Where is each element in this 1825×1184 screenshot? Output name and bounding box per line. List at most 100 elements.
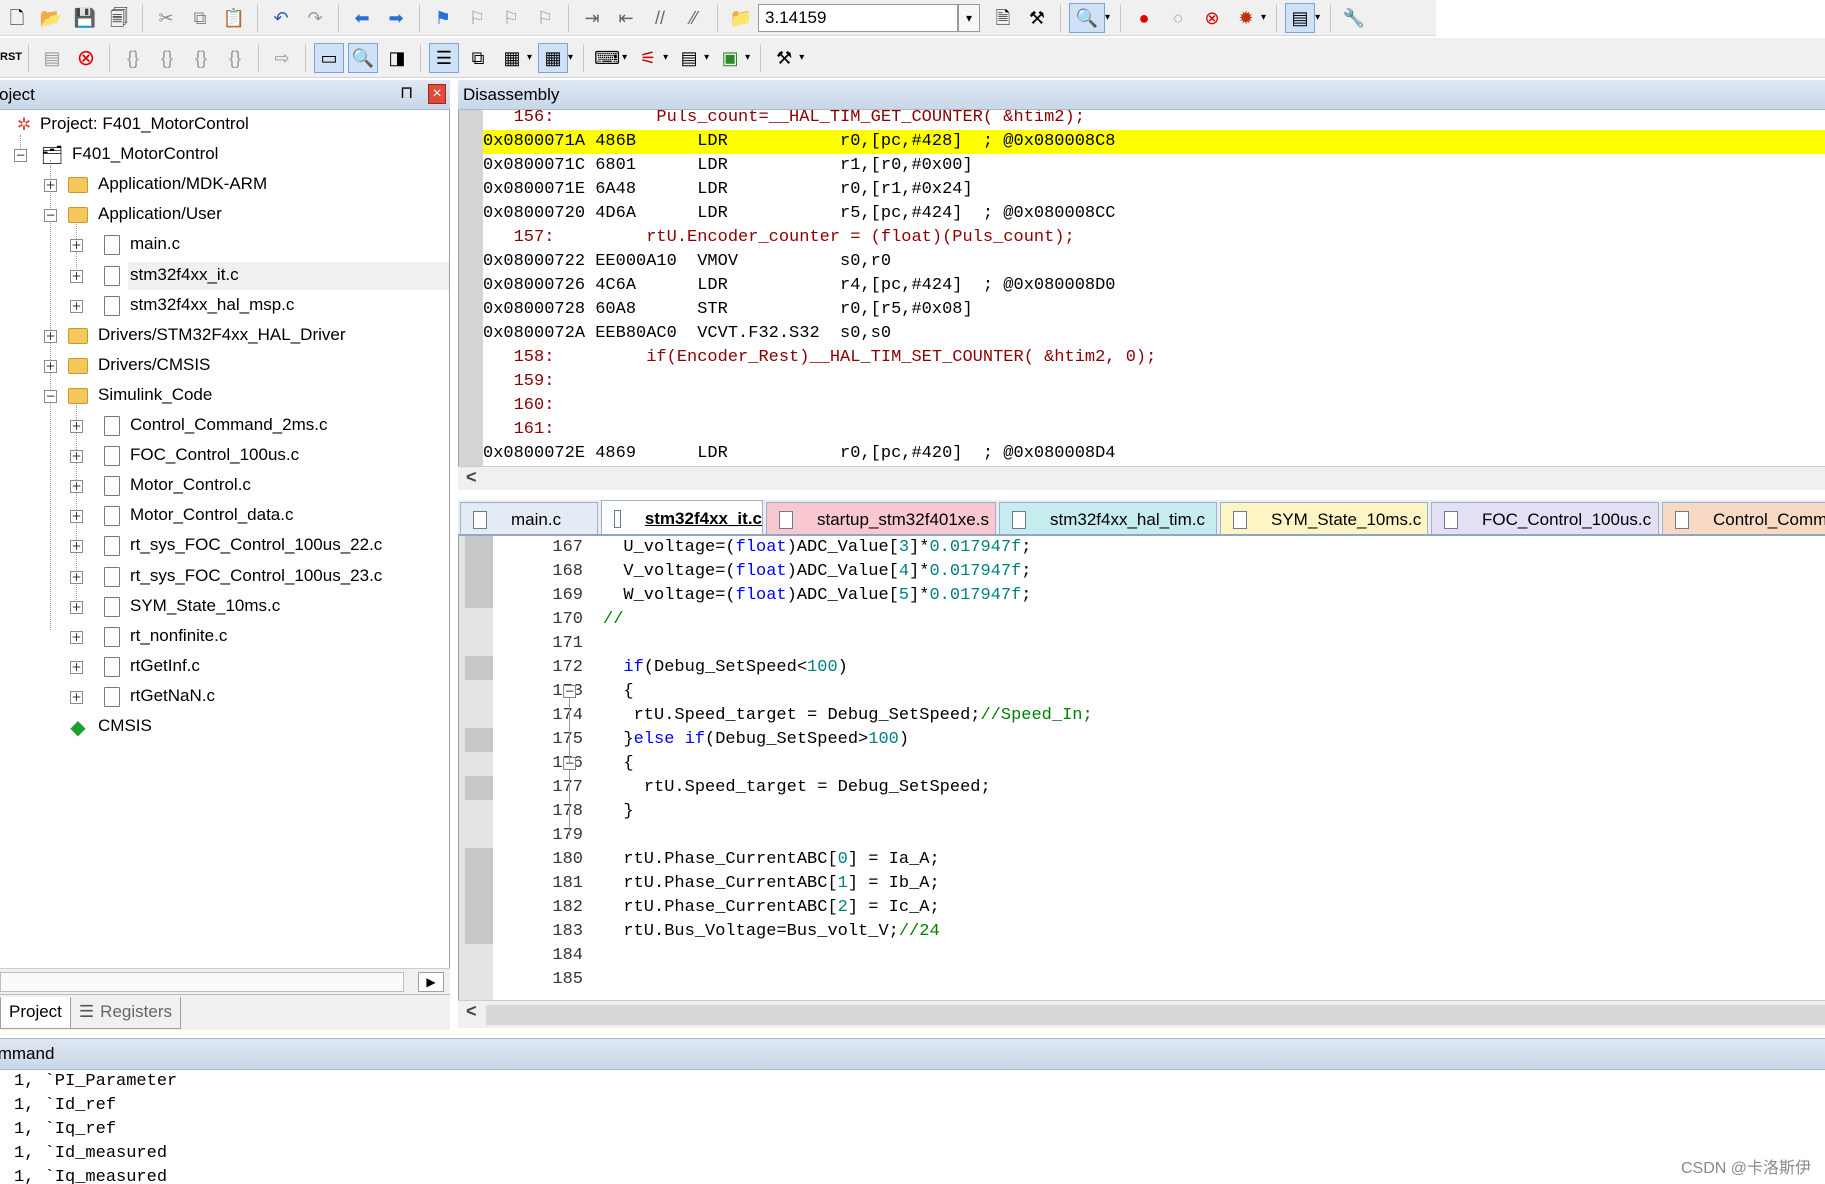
chevron-down-icon[interactable]: ▾ (1105, 12, 1110, 23)
tree-item[interactable]: + Application/MDK-ARM (0, 170, 449, 200)
chevron-down-icon[interactable]: ▾ (799, 52, 804, 63)
paste-icon[interactable]: 📋 (219, 3, 249, 33)
tree-item[interactable]: + stm32f4xx_it.c (0, 261, 449, 291)
disassembly-instruction-line[interactable]: 0x0800072E 4869 LDR r0,[pc,#420] ; @0x08… (483, 442, 1825, 466)
uncomment-icon[interactable]: ⁄⁄ (679, 3, 709, 33)
disassembly-instruction-line[interactable]: 0x0800072A EEB80AC0 VCVT.F32.S32 s0,s0 (483, 322, 1825, 346)
scroll-right-icon[interactable]: ▶ (418, 972, 444, 992)
expand-icon[interactable]: + (70, 690, 83, 704)
more-breakpoints-icon[interactable]: ✹ (1231, 3, 1261, 33)
pin-icon[interactable]: ⊓ (400, 83, 413, 103)
command-window-icon[interactable]: ▭ (314, 42, 344, 73)
trace-window-icon[interactable]: ▤ (674, 43, 704, 73)
expand-icon[interactable]: + (70, 570, 83, 584)
cut-icon[interactable]: ✂ (151, 3, 181, 33)
code-line[interactable]: 169 W_voltage=(float)ADC_Value[5]*0.0179… (459, 584, 1825, 608)
kill-breakpoints-icon[interactable]: ⊗ (1197, 3, 1227, 33)
scrollbar-track[interactable] (0, 972, 404, 992)
bookmark-prev-icon[interactable]: ⚐ (462, 3, 492, 33)
tab-registers[interactable]: ☰ Registers (70, 996, 181, 1029)
chevron-down-icon[interactable]: ▾ (1315, 12, 1320, 23)
expand-icon[interactable]: + (70, 660, 83, 674)
tree-item[interactable]: + Drivers/STM32F4xx_HAL_Driver (0, 321, 449, 351)
chevron-down-icon[interactable]: ▾ (704, 52, 709, 63)
expand-icon[interactable]: + (70, 239, 83, 253)
expand-icon[interactable]: + (70, 480, 83, 494)
file-tab[interactable]: stm32f4xx_hal_tim.c (999, 502, 1217, 534)
open-file-icon[interactable]: 📂 (36, 3, 66, 33)
find-in-files-icon[interactable]: 📁 (726, 3, 756, 33)
collapse-icon[interactable]: − (14, 149, 27, 163)
file-tab[interactable]: stm32f4xx_it.c (601, 500, 763, 534)
debug-session-icon[interactable]: 🔍 (1069, 2, 1105, 33)
disassembly-instruction-line[interactable]: 0x0800071A 486B LDR r0,[pc,#428] ; @0x08… (483, 130, 1825, 154)
tree-item[interactable]: − Simulink_Code (0, 381, 449, 411)
expand-icon[interactable]: + (70, 420, 83, 433)
expand-icon[interactable]: + (44, 179, 57, 193)
code-line[interactable]: 168 V_voltage=(float)ADC_Value[4]*0.0179… (459, 560, 1825, 584)
scroll-left-icon[interactable]: < (466, 1001, 477, 1022)
chevron-down-icon[interactable]: ▾ (568, 52, 573, 63)
save-icon[interactable]: 💾 (70, 3, 100, 33)
expand-icon[interactable]: + (70, 450, 83, 464)
code-line[interactable]: 180 rtU.Phase_CurrentABC[0] = Ia_A; (459, 848, 1825, 872)
find-combo[interactable]: 3.14159 (758, 3, 958, 32)
chevron-down-icon[interactable]: ▾ (958, 3, 980, 32)
symbols-window-icon[interactable]: ◨ (382, 43, 412, 73)
command-output[interactable]: 1, `PI_Parameter 1, `Id_ref 1, `Iq_ref 1, `… (0, 1070, 1825, 1184)
tree-item[interactable]: ✲ Project: F401_MotorControl (0, 110, 449, 140)
file-tab[interactable]: startup_stm32f401xe.s (766, 502, 996, 534)
serial-window-icon[interactable]: ⌨ (592, 43, 622, 73)
comment-icon[interactable]: // (645, 3, 675, 33)
disassembly-source-line[interactable]: 158: if(Encoder_Rest)__HAL_TIM_SET_COUNT… (483, 346, 1825, 370)
tree-item[interactable]: + rt_sys_FOC_Control_100us_22.c (0, 531, 449, 561)
registers-window-icon[interactable]: ☰ (429, 42, 459, 73)
step-into-icon[interactable]: {} (118, 43, 148, 73)
project-horizontal-scrollbar[interactable]: ▶ (0, 968, 450, 994)
tree-item[interactable]: + Control_Command_2ms.c (0, 411, 449, 441)
code-line[interactable]: 182 rtU.Phase_CurrentABC[2] = Ic_A; (459, 896, 1825, 920)
expand-icon[interactable]: + (44, 329, 57, 343)
code-editor[interactable]: 167 U_voltage=(float)ADC_Value[3]*0.0179… (458, 536, 1825, 1000)
disable-breakpoint-icon[interactable]: ○ (1163, 3, 1193, 33)
analysis-window-icon[interactable]: ⚟ (633, 43, 663, 73)
collapse-icon[interactable]: − (44, 209, 57, 223)
disassembly-horizontal-scrollbar[interactable]: < (458, 466, 1825, 490)
disassembly-source-line[interactable]: 156: Puls_count=__HAL_TIM_GET_COUNTER( &… (483, 110, 1825, 130)
tree-item[interactable]: + Motor_Control.c (0, 471, 449, 501)
code-line[interactable]: 178 } (459, 800, 1825, 824)
code-line[interactable]: 172 if(Debug_SetSpeed<100) (459, 656, 1825, 680)
tree-item[interactable]: + Motor_Control_data.c (0, 501, 449, 531)
step-over-icon[interactable]: {} (152, 43, 182, 73)
tree-item[interactable]: − Application/User (0, 200, 449, 230)
code-line[interactable]: 184 (459, 944, 1825, 968)
chevron-down-icon[interactable]: ▾ (1261, 12, 1266, 23)
chevron-down-icon[interactable]: ▾ (622, 52, 627, 63)
tree-item[interactable]: + FOC_Control_100us.c (0, 441, 449, 471)
chevron-down-icon[interactable]: ▾ (527, 52, 532, 63)
chevron-down-icon[interactable]: ▾ (745, 52, 750, 63)
tree-item[interactable]: + rtGetInf.c (0, 652, 449, 682)
file-tab[interactable]: main.c (460, 502, 598, 534)
configure-icon[interactable]: 🔧 (1339, 3, 1369, 33)
disassembly-source-line[interactable]: 159: (483, 370, 1825, 394)
disassembly-instruction-line[interactable]: 0x0800071C 6801 LDR r1,[r0,#0x00] (483, 154, 1825, 178)
breakpoint-icon[interactable]: ● (1129, 3, 1159, 33)
run-to-cursor-icon[interactable]: {} (220, 43, 250, 73)
expand-icon[interactable]: + (70, 600, 83, 614)
code-line[interactable]: 176− { (459, 752, 1825, 776)
memory-window-icon[interactable]: ▦ (538, 42, 569, 73)
disassembly-view[interactable]: 156: Puls_count=__HAL_TIM_GET_COUNTER( &… (458, 110, 1825, 466)
tree-item[interactable]: + main.c (0, 230, 449, 260)
disassembly-gutter[interactable] (459, 110, 483, 466)
disassembly-instruction-line[interactable]: 0x08000726 4C6A LDR r4,[pc,#424] ; @0x08… (483, 274, 1825, 298)
call-stack-icon[interactable]: ⧉ (463, 43, 493, 73)
code-line[interactable]: 167 U_voltage=(float)ADC_Value[3]*0.0179… (459, 536, 1825, 560)
code-line[interactable]: 185 (459, 968, 1825, 992)
tree-item[interactable]: + rtGetNaN.c (0, 682, 449, 712)
stop-icon[interactable]: ⊗ (71, 43, 101, 73)
new-file-icon[interactable]: 🗋 (2, 3, 32, 33)
close-icon[interactable]: × (428, 84, 446, 104)
disassembly-window-icon[interactable]: 🔍 (348, 42, 378, 73)
disassembly-instruction-line[interactable]: 0x08000722 EE000A10 VMOV s0,r0 (483, 250, 1825, 274)
